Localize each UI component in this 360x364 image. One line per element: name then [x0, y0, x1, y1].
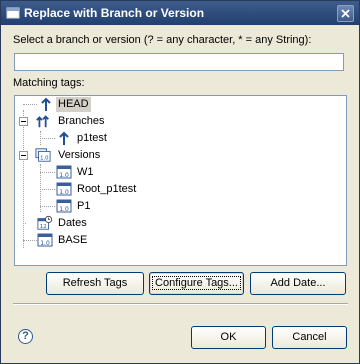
svg-text:1.0: 1.0: [59, 172, 69, 179]
tree-node-branches[interactable]: Branches: [15, 113, 135, 130]
tree-node-label: P1: [77, 200, 91, 212]
svg-text:12: 12: [40, 224, 47, 230]
tree-node-root-p1test[interactable]: 1.0 Root_p1test: [15, 181, 155, 198]
window-icon: [6, 7, 20, 19]
title-bar: Replace with Branch or Version: [1, 1, 359, 25]
tree-node-label: BASE: [58, 234, 88, 246]
tree-node-versions[interactable]: 1.0 Versions: [15, 147, 135, 164]
replace-dialog: Replace with Branch or Version Select a …: [0, 0, 360, 364]
branches-icon: [36, 115, 49, 128]
close-button[interactable]: [337, 5, 354, 22]
separator: [13, 303, 348, 305]
filter-label: Select a branch or version (? = any char…: [13, 34, 312, 46]
tree-node-dates[interactable]: 12 Dates: [15, 215, 135, 232]
tree-node-w1[interactable]: 1.0 W1: [15, 164, 135, 181]
version-icon: 1.0: [56, 165, 72, 179]
svg-text:1.0: 1.0: [40, 155, 49, 161]
tree-node-label: Branches: [58, 115, 105, 127]
cancel-button[interactable]: Cancel: [272, 326, 347, 349]
close-icon: [341, 9, 350, 18]
refresh-tags-button[interactable]: Refresh Tags: [46, 272, 144, 295]
help-icon[interactable]: ?: [18, 329, 33, 344]
collapse-toggle-icon[interactable]: [19, 117, 28, 126]
svg-text:1.0: 1.0: [59, 189, 69, 196]
tags-tree[interactable]: HEAD Branches p1test 1.0 Versions 1.0 W1…: [14, 95, 347, 266]
tree-node-label: Dates: [58, 217, 87, 229]
version-icon: 1.0: [56, 199, 72, 213]
ok-button[interactable]: OK: [191, 326, 266, 349]
tree-node-base[interactable]: 1.0 BASE: [15, 232, 135, 249]
tree-node-label: p1test: [77, 132, 107, 144]
tree-node-p1[interactable]: 1.0 P1: [15, 198, 135, 215]
tree-node-p1test[interactable]: p1test: [15, 130, 135, 147]
tree-node-label: HEAD: [56, 97, 91, 112]
branch-icon: [59, 131, 69, 145]
configure-tags-label: Configure Tags...: [152, 276, 241, 290]
tree-node-head[interactable]: HEAD: [15, 96, 135, 113]
tree-node-label: Versions: [58, 149, 101, 161]
add-date-button[interactable]: Add Date...: [250, 272, 346, 295]
versions-icon: 1.0: [35, 148, 51, 162]
window-title: Replace with Branch or Version: [24, 6, 205, 20]
svg-text:1.0: 1.0: [40, 240, 50, 247]
tree-node-label: W1: [77, 166, 94, 178]
matching-tags-label: Matching tags:: [13, 77, 85, 89]
tree-node-label: Root_p1test: [77, 183, 137, 195]
collapse-toggle-icon[interactable]: [19, 151, 28, 160]
configure-tags-button[interactable]: Configure Tags...: [149, 272, 244, 295]
branch-head-icon: [41, 97, 51, 111]
svg-text:1.0: 1.0: [59, 206, 69, 213]
calendar-clock-icon: 12: [37, 215, 53, 230]
version-icon: 1.0: [56, 182, 72, 196]
base-version-icon: 1.0: [37, 233, 53, 247]
filter-input[interactable]: [14, 53, 344, 71]
